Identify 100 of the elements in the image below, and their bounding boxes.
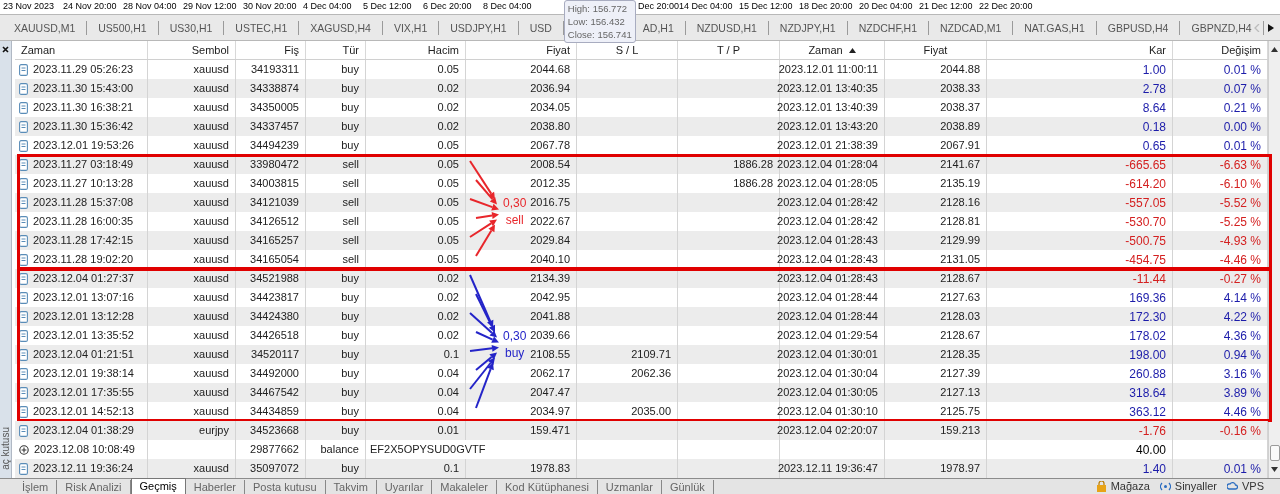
bottom-tab[interactable]: Geçmiş — [130, 478, 186, 494]
chart-tab[interactable]: NAT.GAS,H1 — [1013, 20, 1097, 35]
chart-tab[interactable]: NZDJPY,H1 — [768, 20, 848, 35]
table-cell-text: 2023.12.01 19:38:14 — [33, 366, 134, 382]
table-cell-text: 2023.12.01 13:35:52 — [33, 328, 134, 344]
table-cell-text: 2062.36 — [631, 366, 671, 382]
table-cell-text: 2067.91 — [940, 138, 980, 154]
table-cell-text: 2108.55 — [530, 347, 570, 363]
bottom-tab[interactable]: Takvim — [325, 480, 377, 494]
table-cell-text: 2023.12.04 01:28:43 — [777, 233, 878, 249]
table-cell-text: 2036.94 — [530, 81, 570, 97]
table-cell-text: -614.20 — [1125, 175, 1166, 193]
bottom-tab[interactable]: Risk Analizi — [57, 480, 131, 494]
table-cell-text: buy — [341, 404, 359, 420]
chart-tab[interactable]: XAGUSD,H4 — [299, 20, 383, 35]
table-cell-text: xauusd — [193, 290, 229, 306]
table-cell-text: -1.76 — [1138, 422, 1166, 440]
chart-tab[interactable]: NZDUSD,H1 — [685, 20, 769, 35]
chart-tab[interactable]: GBPUSD,H4 — [1096, 20, 1181, 35]
bottom-tab[interactable]: Uyarılar — [376, 480, 433, 494]
bottom-tab[interactable]: Uzmanlar — [597, 480, 662, 494]
table-cell-text: buy — [341, 62, 359, 78]
table-cell-text: xauusd — [193, 385, 229, 401]
chart-tab[interactable]: XAUUSD,M1 — [3, 20, 88, 35]
axis-label: 20 Dec 04:00 — [859, 0, 914, 12]
table-cell-text: 2131.05 — [940, 252, 980, 268]
bottom-link[interactable]: Mağaza — [1095, 478, 1150, 494]
table-cell-text: 2038.37 — [940, 100, 980, 116]
table-cell-text: 34338874 — [250, 81, 299, 97]
chart-tab[interactable]: US500,H1 — [87, 20, 159, 35]
column-header[interactable]: Fiş — [236, 41, 306, 59]
bottom-tab[interactable]: Haberler — [185, 480, 245, 494]
document-icon — [19, 101, 28, 114]
chart-tab[interactable]: AD,H1 — [631, 20, 686, 35]
column-header[interactable]: Zaman — [780, 41, 885, 59]
axis-label: 24 Nov 20:00 — [63, 0, 118, 12]
chart-tab[interactable]: NZDCAD,M1 — [929, 20, 1014, 35]
bottom-tab[interactable]: Posta kutusu — [245, 480, 326, 494]
column-header[interactable]: Zaman — [15, 41, 148, 59]
column-header[interactable]: Tür — [306, 41, 366, 59]
close-icon[interactable] — [2, 46, 9, 53]
scroll-right-icon[interactable] — [1268, 23, 1274, 32]
table-cell-text: 2023.12.01 21:38:39 — [777, 138, 878, 154]
bottom-tab[interactable]: Günlük — [661, 480, 714, 494]
bottom-tab[interactable]: Makaleler — [432, 480, 498, 494]
table-cell-text: 0.01 % — [1223, 137, 1261, 155]
table-cell-text: 2038.89 — [940, 119, 980, 135]
table-cell-text: 0.02 — [437, 100, 459, 116]
table-cell-text: 35097072 — [250, 461, 299, 477]
chart-tab[interactable]: NZDCHF,H1 — [847, 20, 929, 35]
chart-tab[interactable]: GBPNZD,H4 — [1180, 20, 1264, 35]
column-header[interactable]: Fiyat — [466, 41, 577, 59]
column-header[interactable]: Hacim — [366, 41, 466, 59]
axis-label: 29 Nov 12:00 — [183, 0, 238, 12]
table-cell-text: xauusd — [193, 176, 229, 192]
chart-tab[interactable]: USTEC,H1 — [224, 20, 300, 35]
axis-label: 14 Dec 04:00 — [679, 0, 734, 12]
table-cell-text: xauusd — [193, 62, 229, 78]
table-cell-text: sell — [342, 214, 359, 230]
axis-label: 30 Nov 20:00 — [243, 0, 298, 12]
chart-tab[interactable]: USD — [518, 20, 564, 35]
table-cell-text: 0.05 — [437, 233, 459, 249]
bottom-tab[interactable]: Kod Kütüphanesi — [497, 480, 598, 494]
table-cell-text: 0.18 — [1142, 118, 1166, 136]
table-cell-text: buy — [341, 423, 359, 439]
table-cell-text: -0.16 % — [1219, 422, 1261, 440]
table-cell-text: 2039.66 — [530, 328, 570, 344]
table-cell-text: 2023.11.28 15:37:08 — [33, 195, 134, 211]
bag-icon — [1095, 481, 1107, 492]
table-cell-text: 2035.00 — [631, 404, 671, 420]
chart-tab[interactable]: VIX,H1 — [382, 20, 440, 35]
bottom-link[interactable]: VPS — [1227, 478, 1264, 494]
side-panel-label[interactable]: aç kutusu — [0, 427, 13, 470]
table-cell-text: 2040.10 — [530, 252, 570, 268]
column-header[interactable]: Kar — [987, 41, 1173, 59]
table-cell-text: buy — [341, 328, 359, 344]
column-header[interactable]: Sembol — [148, 41, 236, 59]
chart-tab[interactable]: US30,H1 — [158, 20, 225, 35]
scroll-down-icon[interactable] — [1271, 467, 1278, 472]
scrollbar-thumb[interactable] — [1269, 445, 1280, 461]
table-cell-text: 34467542 — [250, 385, 299, 401]
table-cell-text: 0.21 % — [1223, 99, 1261, 117]
table-cell-text: 2023.12.04 01:28:43 — [777, 252, 878, 268]
scroll-up-icon[interactable] — [1271, 47, 1278, 52]
bottom-link[interactable]: Sinyaller — [1159, 478, 1217, 494]
tooltip-line: Close: 156.741 — [567, 28, 632, 41]
column-header[interactable]: Fiyat — [885, 41, 987, 59]
column-header[interactable]: T / P — [678, 41, 780, 59]
table-cell-text: eurjpy — [199, 423, 229, 439]
chart-tab[interactable]: USDJPY,H1 — [439, 20, 519, 35]
table-cell-text: 0.01 % — [1223, 460, 1261, 478]
table-cell-text: 2029.84 — [530, 233, 570, 249]
column-header[interactable]: S / L — [577, 41, 678, 59]
axis-label: 5 Dec 12:00 — [363, 0, 413, 12]
table-cell-text: 2038.33 — [940, 81, 980, 97]
table-cell-text: 2023.12.04 01:30:05 — [777, 385, 878, 401]
annotation-text: sell — [505, 212, 524, 229]
axis-label: 22 Dec 20:00 — [979, 0, 1034, 12]
bottom-tab[interactable]: İşlem — [14, 480, 58, 494]
table-cell-text: -4.46 % — [1219, 251, 1261, 269]
